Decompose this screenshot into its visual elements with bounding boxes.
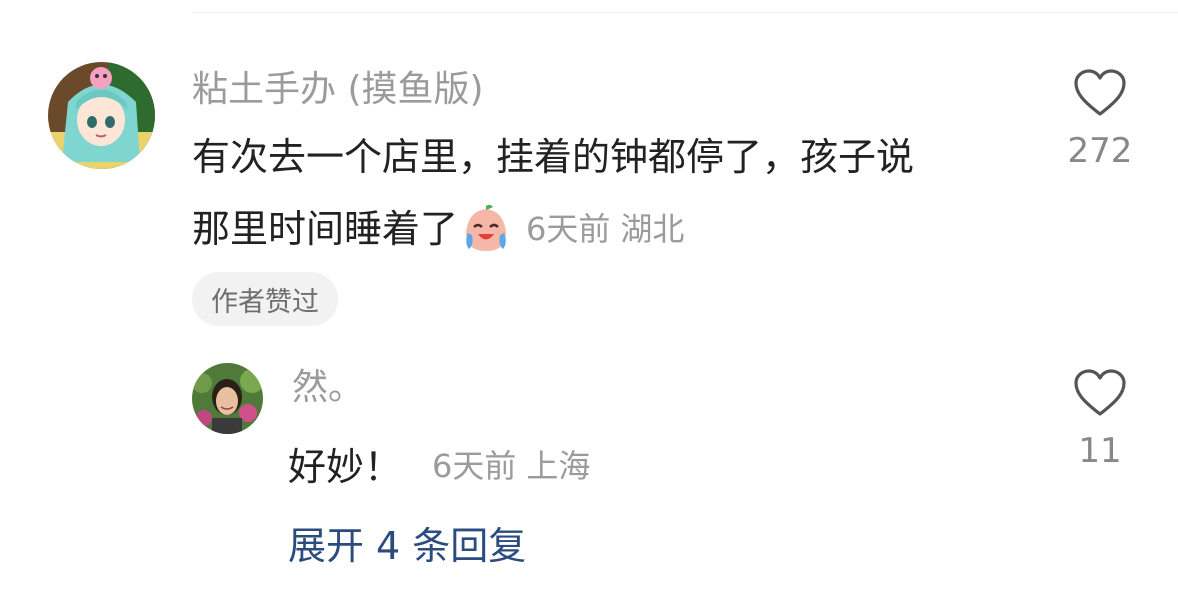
heart-outline-icon[interactable]: [1073, 368, 1127, 418]
comment-text-line2-row: 那里时间睡着了 6天前 湖北: [192, 203, 694, 255]
reply-text: 好妙！: [288, 445, 403, 489]
comment-text-line1: 有次去一个店里，挂着的钟都停了，孩子说: [192, 135, 915, 179]
expand-suffix: 条回复: [412, 524, 527, 568]
reply-time: 6天前: [432, 446, 517, 485]
reply-username[interactable]: 然。: [292, 370, 364, 406]
heart-outline-icon[interactable]: [1073, 68, 1127, 118]
anime-avatar-image: [48, 62, 155, 169]
comment-time: 6天前: [526, 210, 611, 248]
reply-text-row: 好妙！ 6天前 上海: [288, 436, 600, 491]
reply-like[interactable]: 11: [1055, 368, 1145, 468]
reply-like-count: 11: [1078, 431, 1122, 471]
top-divider: [192, 12, 1178, 13]
reply-location: 上海: [526, 446, 591, 485]
crying-laughing-emoji-icon: [460, 203, 512, 255]
avatar[interactable]: [48, 62, 155, 169]
comment-location: 湖北: [620, 210, 685, 248]
photo-avatar-image: [192, 363, 263, 434]
author-liked-badge: 作者赞过: [192, 272, 338, 326]
comment-meta: 6天前 湖北: [526, 213, 694, 245]
reply-avatar[interactable]: [192, 363, 263, 434]
expand-replies-link[interactable]: 展开 4 条回复: [288, 515, 538, 570]
comment-text-line2: 那里时间睡着了: [192, 207, 459, 251]
comment-username[interactable]: 粘土手办 (摸鱼版): [192, 72, 484, 108]
comment-like[interactable]: 272: [1055, 68, 1145, 168]
expand-count: 4: [376, 524, 401, 568]
like-count: 272: [1067, 131, 1133, 171]
reply-meta: 6天前 上海: [432, 441, 600, 487]
expand-prefix: 展开: [288, 524, 365, 568]
